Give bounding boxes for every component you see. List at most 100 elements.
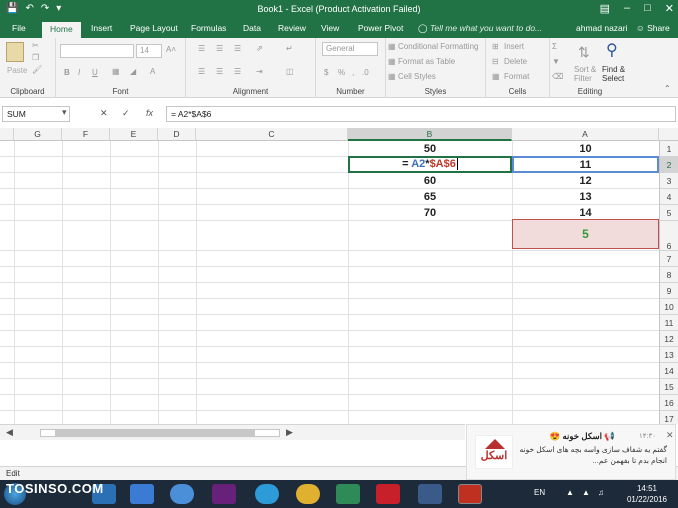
font-size-select[interactable]: 14	[136, 44, 162, 58]
row-header[interactable]: 2	[659, 157, 678, 173]
paste-label[interactable]: Paste	[7, 66, 27, 75]
row-header[interactable]: 4	[659, 189, 678, 205]
column-header-c[interactable]: C	[196, 128, 348, 141]
underline-button[interactable]: U	[92, 68, 98, 77]
ribbon-display-icon[interactable]: ▤	[600, 2, 610, 15]
system-clock[interactable]: 14:51 01/22/2016	[622, 483, 672, 505]
insert-cells-button[interactable]: Insert	[504, 42, 524, 51]
notification-toast[interactable]: اسکل 📢 اسکل خونه 😍 ۱۴:۳۰ ✕ گفتم یه شفاف …	[466, 424, 676, 480]
tab-view[interactable]: View	[321, 23, 339, 33]
horizontal-scrollbar[interactable]	[40, 429, 280, 437]
percent-icon[interactable]: %	[338, 68, 345, 77]
media-player-icon[interactable]	[130, 484, 154, 504]
font-color-icon[interactable]: A	[150, 67, 155, 76]
row-header[interactable]: 8	[659, 267, 678, 283]
tray-chevron-icon[interactable]: ▲	[566, 488, 574, 497]
column-header-e[interactable]: E	[110, 128, 158, 141]
di-app-icon[interactable]	[458, 484, 482, 504]
notification-close-button[interactable]: ✕	[666, 430, 674, 441]
decimal-icon[interactable]: .0	[362, 68, 369, 77]
tab-data[interactable]: Data	[243, 23, 261, 33]
autosum-icon[interactable]: Σ	[552, 42, 557, 51]
row-header[interactable]: 12	[659, 331, 678, 347]
row-header[interactable]: 9	[659, 283, 678, 299]
tab-review[interactable]: Review	[278, 23, 306, 33]
cell-b2-editing[interactable]: = A2*$A$6	[348, 156, 512, 173]
delete-cells-button[interactable]: Delete	[504, 57, 527, 66]
cell-a3[interactable]: 12	[512, 173, 659, 189]
fill-color-icon[interactable]: ◢	[130, 67, 136, 76]
collapse-ribbon-icon[interactable]: ⌃	[664, 84, 671, 93]
fill-icon[interactable]: ▼	[552, 57, 560, 66]
tab-formulas[interactable]: Formulas	[191, 23, 226, 33]
cell-b4[interactable]: 65	[348, 189, 512, 205]
currency-icon[interactable]: $	[324, 68, 328, 77]
align-middle-icon[interactable]: ☰	[216, 44, 223, 53]
font-name-select[interactable]	[60, 44, 134, 58]
copy-icon[interactable]: ❐	[32, 53, 39, 62]
row-header[interactable]: 13	[659, 347, 678, 363]
borders-icon[interactable]: ▦	[112, 67, 120, 76]
format-as-table-button[interactable]: Format as Table	[398, 57, 455, 66]
format-cells-button[interactable]: Format	[504, 72, 529, 81]
volume-icon[interactable]: ♫	[598, 488, 604, 497]
row-header[interactable]: 14	[659, 363, 678, 379]
worksheet-grid[interactable]: G F E D C B A 12345678910111213141516171…	[0, 128, 678, 424]
chrome-icon[interactable]	[296, 484, 320, 504]
tab-power-pivot[interactable]: Power Pivot	[358, 23, 403, 33]
clear-icon[interactable]: ⌫	[552, 72, 563, 81]
font-grow-icon[interactable]: A˄	[166, 45, 176, 54]
row-header[interactable]: 1	[659, 141, 678, 157]
number-format-select[interactable]: General	[322, 42, 378, 56]
tab-file[interactable]: File	[12, 23, 26, 33]
column-header-d[interactable]: D	[158, 128, 196, 141]
comma-icon[interactable]: ,	[352, 68, 354, 77]
insert-function-icon[interactable]: fx	[146, 108, 153, 118]
conditional-formatting-button[interactable]: Conditional Formatting	[398, 42, 478, 51]
format-painter-icon[interactable]: 🖌	[32, 65, 42, 74]
find-select-button-line2[interactable]: Select	[602, 74, 624, 83]
share-button[interactable]: ☺ Share	[636, 23, 670, 33]
merge-center-icon[interactable]: ◫	[286, 67, 294, 76]
scroll-right-icon[interactable]: ▶	[286, 427, 293, 438]
user-name[interactable]: ahmad nazari	[576, 23, 628, 33]
find-select-button[interactable]: Find &	[602, 65, 625, 74]
indent-icon[interactable]: ⇥	[256, 67, 263, 76]
row-header[interactable]: 15	[659, 379, 678, 395]
cut-icon[interactable]: ✂	[32, 41, 39, 50]
cell-a4[interactable]: 13	[512, 189, 659, 205]
excel-taskbar-icon[interactable]	[336, 484, 360, 504]
visual-studio-icon[interactable]	[212, 484, 236, 504]
paste-icon[interactable]	[6, 42, 24, 62]
close-button[interactable]: ✕	[665, 2, 674, 15]
column-header-f[interactable]: F	[62, 128, 110, 141]
bold-button[interactable]: B	[64, 68, 70, 77]
formula-input[interactable]: = A2*$A$6	[166, 106, 676, 122]
enter-icon[interactable]: ✓	[122, 108, 130, 119]
align-left-icon[interactable]: ☰	[198, 67, 205, 76]
tab-insert[interactable]: Insert	[91, 23, 112, 33]
italic-button[interactable]: I	[78, 68, 80, 77]
align-center-icon[interactable]: ☰	[216, 67, 223, 76]
acrobat-icon[interactable]	[376, 484, 400, 504]
cell-a6[interactable]: 5	[512, 219, 659, 249]
sort-filter-button-line2[interactable]: Filter	[574, 74, 592, 83]
name-box[interactable]: SUM	[2, 106, 70, 122]
column-header-a[interactable]: A	[512, 128, 659, 141]
row-header[interactable]: 3	[659, 173, 678, 189]
cell-b3[interactable]: 60	[348, 173, 512, 189]
row-header[interactable]: 7	[659, 251, 678, 267]
word-icon[interactable]	[418, 484, 442, 504]
telegram-icon[interactable]	[255, 484, 279, 504]
minimize-button[interactable]: –	[624, 2, 630, 15]
tell-me-box[interactable]: Tell me what you want to do...	[430, 23, 542, 33]
name-box-dropdown-icon[interactable]: ▾	[62, 107, 67, 118]
row-header[interactable]: 10	[659, 299, 678, 315]
cell-styles-button[interactable]: Cell Styles	[398, 72, 436, 81]
column-header-b[interactable]: B	[348, 128, 512, 141]
language-indicator[interactable]: EN	[534, 488, 545, 497]
sort-filter-button[interactable]: Sort &	[574, 65, 596, 74]
wrap-text-icon[interactable]: ↵	[286, 44, 293, 53]
row-header[interactable]: 5	[659, 205, 678, 221]
align-bottom-icon[interactable]: ☰	[234, 44, 241, 53]
